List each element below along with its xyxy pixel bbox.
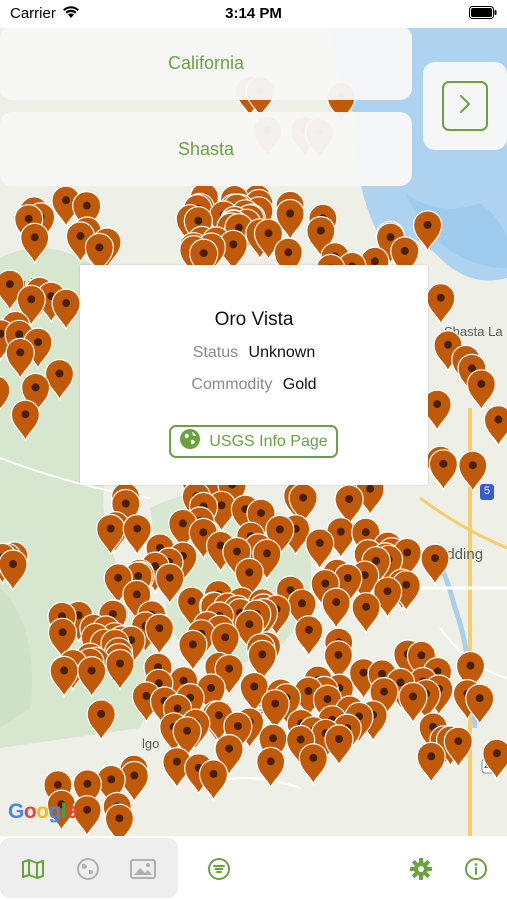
- bottom-toolbar: [0, 836, 507, 900]
- status-value: Unknown: [248, 344, 316, 361]
- mine-pin[interactable]: [0, 549, 28, 592]
- mine-pin[interactable]: [426, 283, 456, 326]
- mine-pin[interactable]: [104, 803, 135, 836]
- commodity-row: Commodity Gold: [80, 376, 428, 394]
- mine-pin[interactable]: [351, 592, 381, 635]
- mine-pin[interactable]: [294, 615, 324, 658]
- mine-pin[interactable]: [51, 288, 81, 331]
- mine-pin[interactable]: [324, 724, 354, 767]
- mine-pin[interactable]: [398, 681, 428, 725]
- state-selector[interactable]: California: [0, 26, 412, 100]
- mine-pin[interactable]: [95, 513, 126, 557]
- status-label: Status: [192, 344, 239, 361]
- next-panel: [423, 62, 507, 150]
- state-label: California: [167, 52, 245, 73]
- county-selector[interactable]: Shasta: [0, 112, 412, 186]
- mine-info-popup: Oro Vista Status Unknown Commodity Gold …: [80, 265, 428, 485]
- mine-pin[interactable]: [5, 337, 35, 381]
- mine-pin[interactable]: [86, 699, 116, 742]
- mine-pin[interactable]: [198, 759, 229, 802]
- mine-pin[interactable]: [298, 743, 328, 786]
- chevron-right-icon: [458, 94, 472, 119]
- mine-pin[interactable]: [420, 543, 450, 586]
- mine-pin[interactable]: [482, 738, 507, 782]
- mine-pin[interactable]: [458, 450, 488, 493]
- mine-pin[interactable]: [105, 648, 135, 692]
- mine-pin[interactable]: [49, 655, 79, 699]
- map-icon[interactable]: [20, 856, 46, 882]
- usgs-info-label: USGS Info Page: [209, 432, 328, 450]
- mine-pin[interactable]: [428, 449, 458, 492]
- mine-pin[interactable]: [483, 405, 507, 448]
- mine-pin[interactable]: [144, 613, 174, 656]
- battery-icon: [469, 6, 497, 24]
- mine-pin[interactable]: [20, 222, 50, 266]
- status-bar: Carrier 3:14 PM: [0, 0, 507, 28]
- globe-icon: [179, 428, 201, 455]
- usgs-info-button[interactable]: USGS Info Page: [169, 425, 338, 458]
- clock: 3:14 PM: [225, 5, 282, 22]
- filter-icon[interactable]: [206, 856, 232, 882]
- gear-icon[interactable]: [408, 856, 434, 882]
- info-icon[interactable]: [463, 856, 489, 882]
- mine-pin[interactable]: [178, 629, 208, 673]
- mine-pin[interactable]: [77, 656, 107, 699]
- county-label: Shasta: [177, 138, 235, 159]
- commodity-label: Commodity: [191, 376, 273, 393]
- mine-pin[interactable]: [321, 587, 351, 630]
- mine-pin[interactable]: [44, 358, 75, 402]
- mine-pin[interactable]: [0, 375, 11, 416]
- globe-icon[interactable]: [75, 856, 101, 882]
- status-row: Status Unknown: [80, 344, 428, 362]
- mine-pin[interactable]: [260, 689, 290, 732]
- mine-pin[interactable]: [256, 746, 286, 790]
- commodity-value: Gold: [282, 376, 317, 393]
- mine-pin[interactable]: [10, 399, 41, 442]
- google-logo: Google: [8, 800, 78, 823]
- mine-pin[interactable]: [465, 683, 495, 726]
- mine-name: Oro Vista: [214, 309, 294, 330]
- mine-pin[interactable]: [466, 369, 496, 412]
- photo-icon[interactable]: [130, 856, 156, 882]
- next-button[interactable]: [442, 81, 488, 131]
- mine-pin[interactable]: [416, 741, 446, 785]
